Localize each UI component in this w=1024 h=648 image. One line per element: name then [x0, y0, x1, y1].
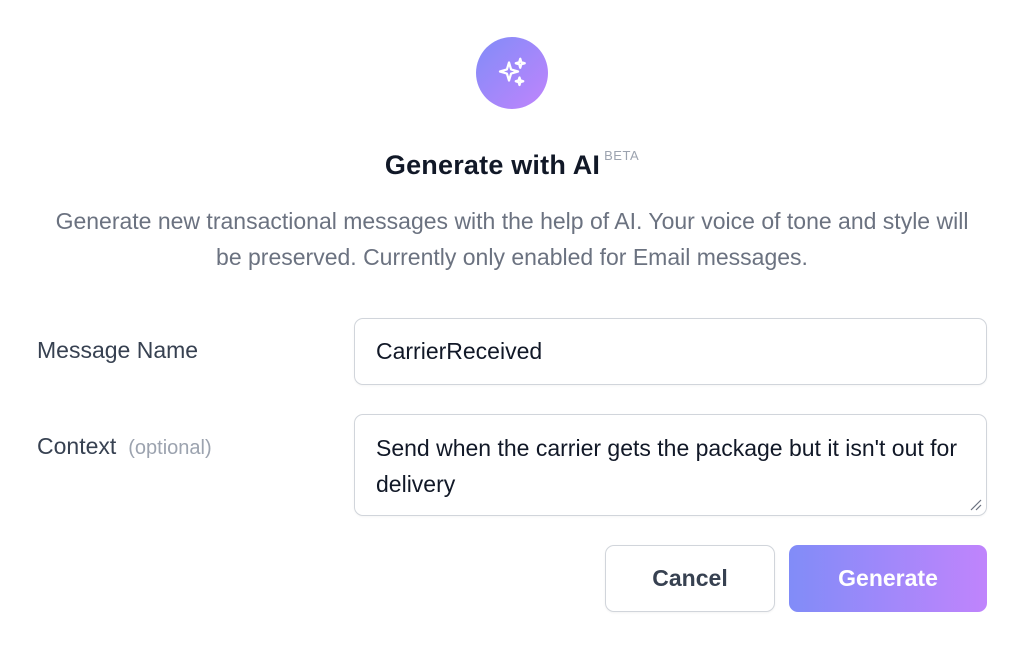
dialog-title: Generate with AI — [384, 150, 601, 180]
dialog-header: Generate with AI BETA — [0, 148, 1024, 181]
generate-ai-dialog: Generate with AI BETA Generate new transa… — [0, 0, 1024, 648]
resize-handle-icon[interactable] — [968, 497, 982, 511]
beta-badge: BETA — [604, 148, 640, 163]
message-name-label: Message Name — [37, 337, 199, 363]
cancel-button[interactable]: Cancel — [605, 545, 775, 612]
context-label-group: Context (optional) — [37, 433, 212, 460]
generate-button[interactable]: Generate — [789, 545, 987, 612]
sparkles-icon — [476, 37, 548, 109]
message-name-input[interactable] — [354, 318, 987, 385]
dialog-description: Generate new transactional messages with… — [55, 208, 969, 270]
context-textarea[interactable]: Send when the carrier gets the package b… — [354, 414, 987, 516]
optional-hint: (optional) — [128, 437, 212, 459]
context-label: Context — [37, 433, 117, 459]
